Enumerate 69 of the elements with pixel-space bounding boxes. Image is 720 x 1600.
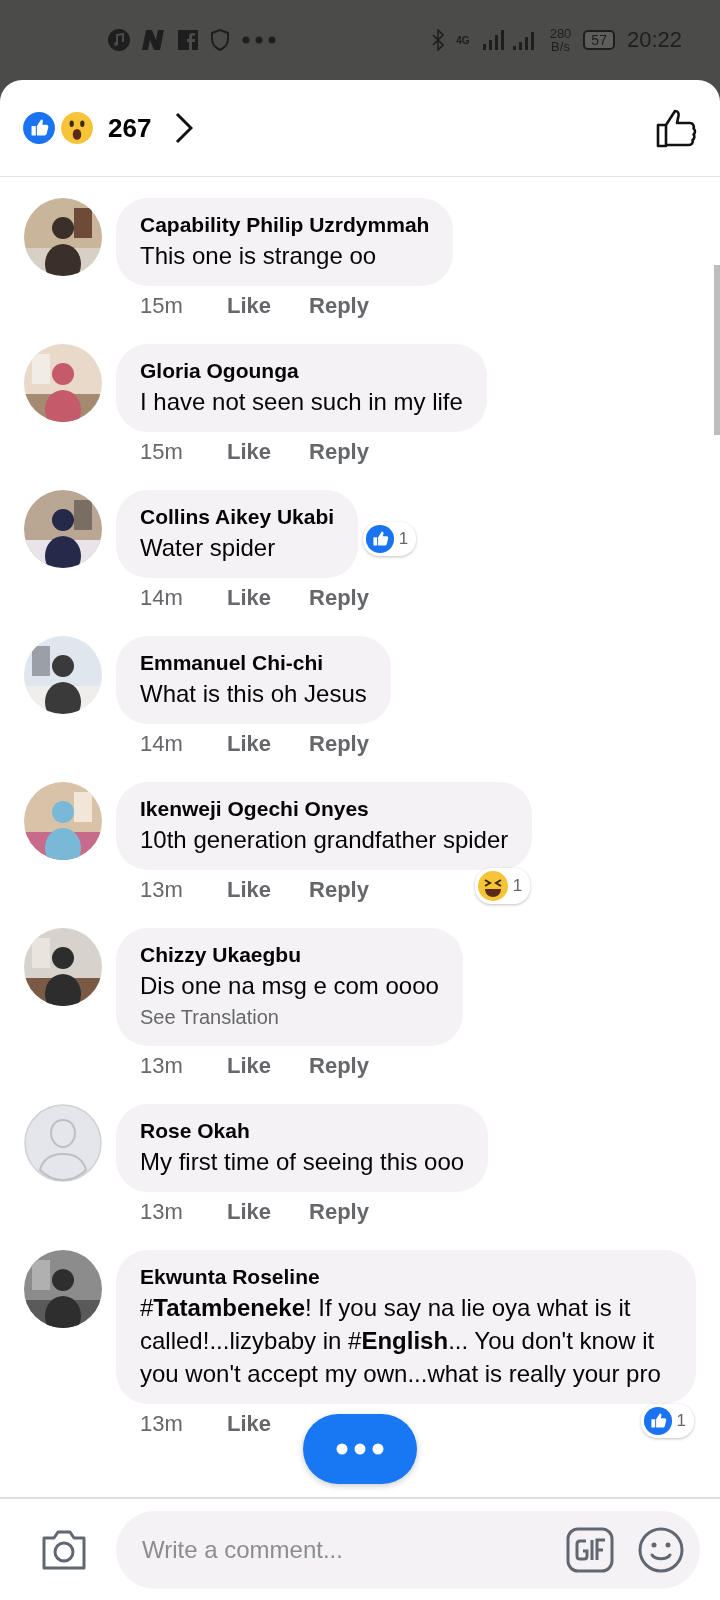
reaction-badge-count: 1: [676, 1411, 686, 1431]
comment-text: This one is strange oo: [140, 241, 378, 271]
comment-author[interactable]: Ekwunta Roseline: [140, 1263, 672, 1291]
comment-input[interactable]: Write a comment...: [140, 1534, 542, 1565]
news-app-icon: [142, 30, 166, 50]
reaction-badge-count: 1: [512, 876, 523, 896]
see-translation-link[interactable]: See Translation: [140, 1002, 439, 1032]
reply-link[interactable]: Reply: [309, 877, 369, 903]
comment-text: I have not seen such in my life: [140, 387, 463, 417]
comment-time: 13m: [140, 1199, 184, 1225]
default-avatar-icon: [24, 1104, 102, 1182]
comment-time: 15m: [140, 293, 184, 319]
like-link[interactable]: Like: [227, 439, 272, 465]
comment-author[interactable]: Rose Okah: [140, 1117, 465, 1145]
bluetooth-icon: [432, 29, 445, 51]
comment-author[interactable]: Capability Philip Uzrdymmah: [140, 211, 430, 239]
comment-author[interactable]: Gloria Ogounga: [140, 357, 463, 385]
comment-text: Water spider: [140, 533, 277, 563]
music-app-icon: [108, 29, 130, 51]
reply-link[interactable]: Reply: [309, 585, 369, 611]
comment-time: 13m: [140, 1053, 184, 1079]
thumbs-up-icon[interactable]: [656, 108, 698, 148]
laughing-emoji-icon: [476, 870, 509, 902]
like-link[interactable]: Like: [227, 1411, 272, 1437]
more-icon: [336, 1443, 384, 1455]
reply-link[interactable]: Reply: [309, 1053, 369, 1079]
reply-link[interactable]: Reply: [309, 731, 369, 757]
reaction-count[interactable]: 267: [108, 112, 152, 144]
comment-time: 14m: [140, 585, 184, 611]
like-link[interactable]: Like: [227, 877, 272, 903]
comment-field[interactable]: Write a comment...: [116, 1510, 700, 1589]
reply-link[interactable]: Reply: [309, 293, 369, 319]
comment-author[interactable]: Ikenweji Ogechi Onyes: [140, 795, 509, 823]
smiley-icon[interactable]: [638, 1526, 684, 1573]
comment-author[interactable]: Emmanuel Chi-chi: [140, 649, 367, 677]
comment-author[interactable]: Collins Aikey Ukabi: [140, 503, 335, 531]
reaction-badge-count: 1: [398, 529, 409, 549]
like-link[interactable]: Like: [227, 1199, 272, 1225]
gif-icon[interactable]: [566, 1526, 614, 1573]
reply-link[interactable]: Reply: [309, 1199, 369, 1225]
like-reaction-icon: [364, 524, 395, 554]
chevron-right-icon[interactable]: [175, 112, 194, 144]
reaction-badge[interactable]: 1: [474, 868, 531, 904]
like-link[interactable]: Like: [227, 731, 272, 757]
reaction-badge[interactable]: 1: [362, 522, 417, 556]
battery-level: 57: [583, 30, 615, 50]
reply-link[interactable]: Reply: [309, 439, 369, 465]
comment-text: My first time of seeing this ooo: [140, 1147, 465, 1177]
comment-text: #Tatambeneke! If you say na lie oya what is it called!...lizybaby in #English... You don't know it you won't accept my own...what is really your pro: [140, 1293, 662, 1389]
comment-text: What is this oh Jesus: [140, 679, 367, 709]
like-link[interactable]: Like: [227, 1053, 272, 1079]
more-options-button[interactable]: [303, 1414, 417, 1484]
comment-text: Dis one na msg e com oooo: [140, 971, 439, 1001]
surprised-emoji-icon: [60, 111, 94, 145]
comment-text: 10th generation grandfather spider: [140, 825, 509, 855]
like-link[interactable]: Like: [227, 293, 272, 319]
comment-time: 13m: [140, 1411, 184, 1437]
facebook-icon: [178, 30, 198, 50]
more-notifications-icon: [242, 36, 276, 44]
like-reaction-icon: [22, 111, 56, 145]
comment-time: 15m: [140, 439, 184, 465]
shield-icon: [210, 29, 230, 51]
like-reaction-icon: [642, 1406, 673, 1436]
reaction-badge[interactable]: 1: [640, 1404, 694, 1438]
comment-time: 13m: [140, 877, 184, 903]
camera-icon[interactable]: [40, 1528, 88, 1571]
comment-time: 14m: [140, 731, 184, 757]
comment-author[interactable]: Chizzy Ukaegbu: [140, 941, 439, 969]
like-link[interactable]: Like: [227, 585, 272, 611]
